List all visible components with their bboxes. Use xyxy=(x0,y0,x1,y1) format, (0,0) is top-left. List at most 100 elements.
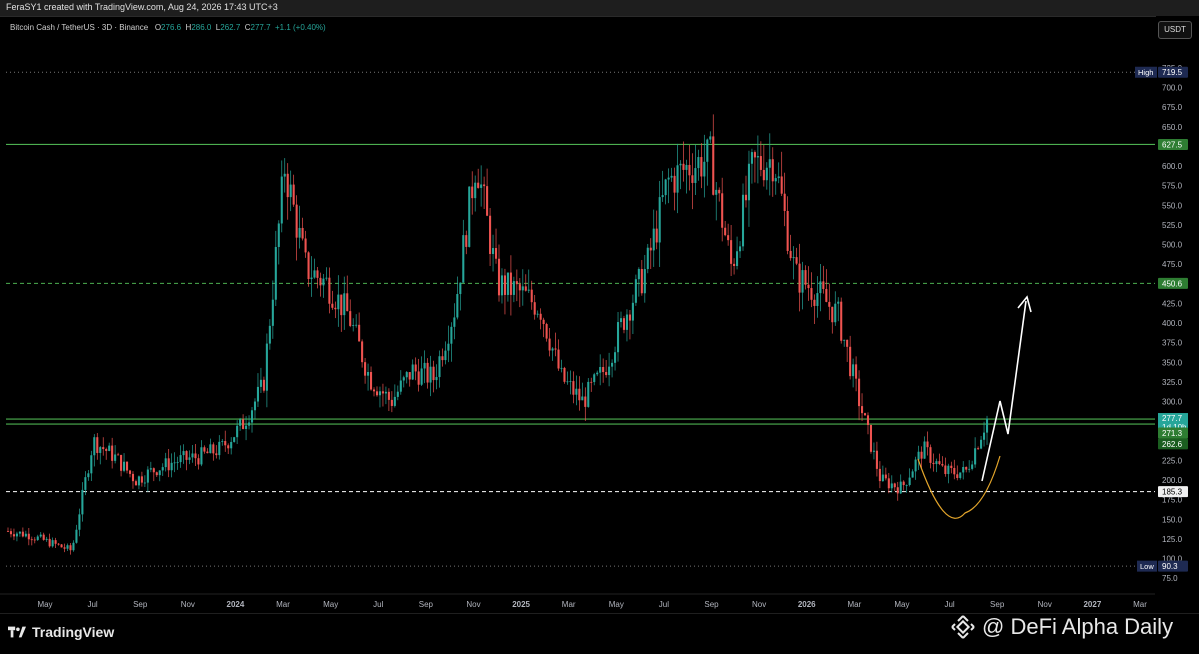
candle-body xyxy=(206,451,209,454)
candle-body xyxy=(709,136,712,140)
candle-body xyxy=(429,366,432,383)
level-627-tag: 627.5 xyxy=(1162,140,1183,149)
candle-body xyxy=(45,538,48,540)
candle-body xyxy=(295,204,298,238)
currency-button[interactable]: USDT xyxy=(1158,21,1192,39)
candle-body xyxy=(307,252,310,280)
candle-body xyxy=(393,396,396,406)
candle-body xyxy=(884,474,887,479)
candle-body xyxy=(176,462,179,463)
time-tick-label: Sep xyxy=(990,600,1005,609)
candle-body xyxy=(209,444,212,454)
candle-body xyxy=(78,514,81,530)
candle-body xyxy=(194,453,197,459)
tradingview-logo[interactable]: TradingView xyxy=(8,624,114,640)
candle-body xyxy=(75,529,78,543)
candle-body xyxy=(158,470,161,476)
candle-body xyxy=(837,301,840,304)
candle-body xyxy=(286,173,289,198)
candle-body xyxy=(866,415,870,425)
candle-body xyxy=(265,343,268,391)
candle-body xyxy=(753,152,756,158)
candle-body xyxy=(646,247,649,270)
price-tick-label: 350.0 xyxy=(1162,358,1183,367)
candle-body xyxy=(426,362,429,383)
candle-body xyxy=(292,184,295,205)
candle-body xyxy=(655,228,658,243)
candle-body xyxy=(390,399,393,406)
candle-body xyxy=(572,381,575,395)
projection-arrow xyxy=(981,300,1027,482)
time-tick-label: Mar xyxy=(562,600,576,609)
time-tick-label: Sep xyxy=(419,600,434,609)
candle-body xyxy=(676,165,679,193)
candle-body xyxy=(581,396,584,401)
candle-body xyxy=(474,182,477,199)
candle-body xyxy=(557,349,560,369)
candle-body xyxy=(649,247,652,251)
candle-body xyxy=(6,531,10,532)
candle-body xyxy=(640,269,643,294)
candle-body xyxy=(554,348,557,350)
price-tick-label: 225.0 xyxy=(1162,456,1183,465)
candle-body xyxy=(700,157,703,177)
high-value: 286.0 xyxy=(191,23,212,32)
candle-body xyxy=(349,311,352,326)
price-tick-label: 125.0 xyxy=(1162,535,1183,544)
candle-body xyxy=(57,543,60,545)
candle-body xyxy=(908,477,911,486)
candle-body xyxy=(780,176,783,194)
candle-body xyxy=(670,175,673,178)
candle-body xyxy=(18,531,21,534)
low-label: Low xyxy=(1140,562,1154,571)
candle-body xyxy=(108,445,111,451)
candle-body xyxy=(221,441,224,442)
candle-body xyxy=(477,182,480,188)
open-value: 276.6 xyxy=(161,23,182,32)
candle-body xyxy=(337,294,340,310)
symbol-info[interactable]: Bitcoin Cash / TetherUS · 3D · Binance O… xyxy=(10,23,326,32)
candle-body xyxy=(283,173,286,177)
candle-body xyxy=(599,367,602,373)
candle-body xyxy=(93,437,96,456)
candle-body xyxy=(911,471,914,478)
candle-body xyxy=(370,372,373,390)
price-chart[interactable]: 725.0700.0675.0650.0625.0600.0575.0550.0… xyxy=(0,16,1199,613)
candle-body xyxy=(313,270,316,278)
candle-body xyxy=(539,313,542,320)
level-450-tag: 450.6 xyxy=(1162,279,1183,288)
candle-body xyxy=(893,483,896,488)
candle-body xyxy=(959,472,962,478)
candle-body xyxy=(21,531,24,537)
candle-body xyxy=(843,339,846,341)
candle-body xyxy=(759,156,762,170)
change-value: +1.1 (+0.40%) xyxy=(275,23,326,32)
candle-body xyxy=(768,159,771,168)
candle-body xyxy=(54,540,57,544)
candle-body xyxy=(634,279,637,303)
candle-body xyxy=(167,458,170,471)
candle-body xyxy=(462,235,465,283)
candle-body xyxy=(587,381,590,407)
candle-body xyxy=(747,163,751,201)
candle-body xyxy=(39,534,42,537)
high-label: High xyxy=(1138,68,1153,77)
candle-body xyxy=(381,391,384,394)
candle-body xyxy=(387,391,390,400)
candle-body xyxy=(271,299,274,326)
candle-body xyxy=(328,277,331,304)
candle-body xyxy=(399,380,402,392)
price-tick-label: 575.0 xyxy=(1162,182,1183,191)
candle-body xyxy=(125,461,129,471)
candle-body xyxy=(602,367,605,373)
candle-body xyxy=(69,545,72,551)
candle-body xyxy=(721,193,724,228)
candles xyxy=(6,114,989,555)
candle-body xyxy=(637,269,640,280)
candle-body xyxy=(881,474,884,482)
candle-body xyxy=(340,294,343,316)
candle-body xyxy=(480,184,483,188)
time-tick-label: Jul xyxy=(944,600,954,609)
candle-body xyxy=(983,432,986,440)
candle-body xyxy=(468,186,471,247)
